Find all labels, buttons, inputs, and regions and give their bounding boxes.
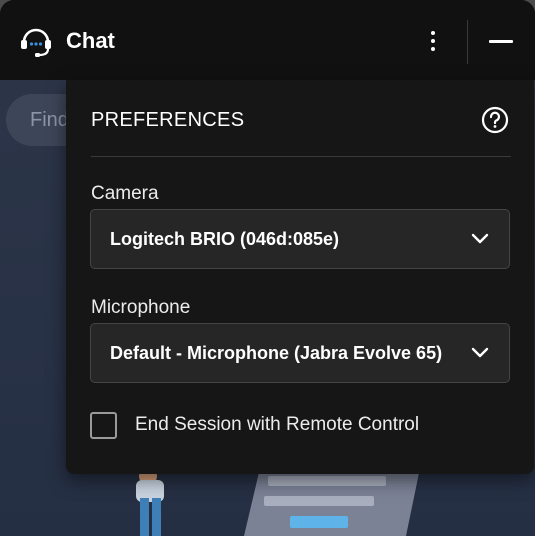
headset-chat-icon [21, 28, 51, 57]
chat-window: Chat Find PREFERENCES Camera Logitech BR… [0, 0, 535, 536]
help-circle-icon[interactable] [480, 105, 510, 135]
microphone-select-value: Default - Microphone (Jabra Evolve 65) [110, 343, 443, 363]
minimize-button[interactable] [484, 26, 518, 56]
chevron-down-icon [471, 233, 489, 244]
app-title: Chat [66, 28, 115, 53]
kebab-menu-icon[interactable] [418, 26, 448, 56]
preferences-title: PREFERENCES [91, 109, 245, 131]
camera-select-value: Logitech BRIO (046d:085e) [110, 229, 340, 249]
end-session-checkbox[interactable] [90, 412, 117, 439]
camera-select[interactable]: Logitech BRIO (046d:085e) [90, 209, 510, 269]
microphone-select[interactable]: Default - Microphone (Jabra Evolve 65) [90, 323, 510, 383]
preferences-panel: PREFERENCES Camera Logitech BRIO (046d:0… [66, 80, 534, 474]
title-bar: Chat [0, 0, 535, 80]
microphone-label: Microphone [91, 297, 191, 318]
chevron-down-icon [471, 347, 489, 358]
camera-label: Camera [91, 183, 159, 204]
title-divider [467, 20, 468, 64]
preferences-divider [91, 156, 511, 157]
end-session-label[interactable]: End Session with Remote Control [135, 413, 419, 437]
search-placeholder: Find [30, 109, 69, 131]
